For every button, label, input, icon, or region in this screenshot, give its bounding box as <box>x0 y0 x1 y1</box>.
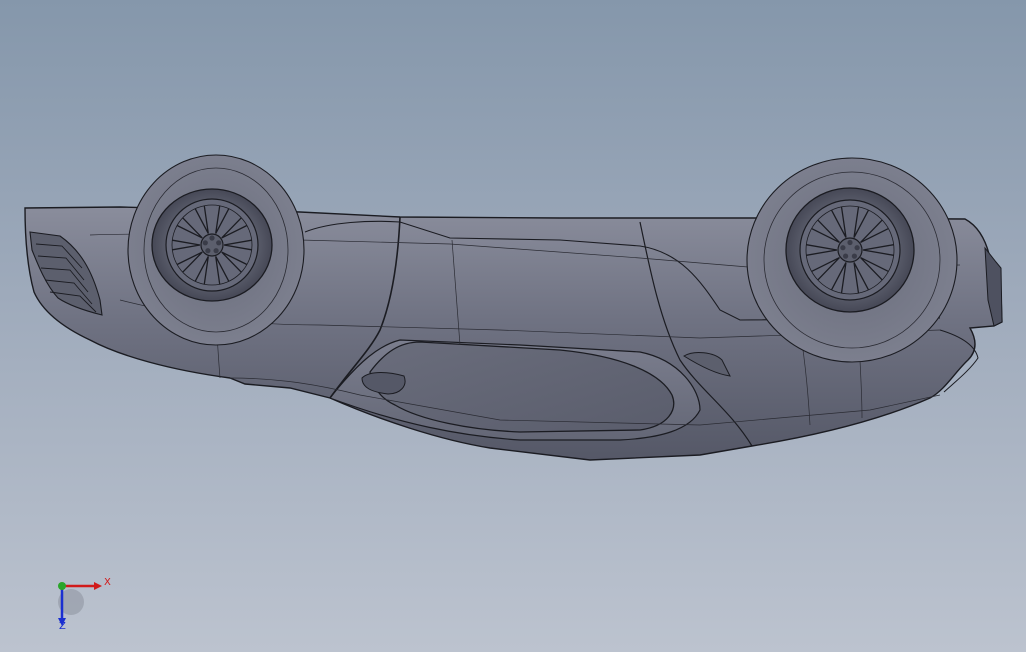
view-orientation-triad[interactable]: X Z <box>40 568 130 638</box>
lug-nut <box>851 253 858 259</box>
lug-nut <box>213 248 219 254</box>
y-axis-dot <box>58 582 66 590</box>
triad-arrows <box>58 582 102 626</box>
graphics-viewport[interactable]: X Z <box>0 0 1026 652</box>
lug-nut <box>209 235 215 241</box>
x-axis-arrowhead <box>94 582 102 590</box>
front-wheel[interactable] <box>127 154 305 346</box>
lug-nut <box>202 240 208 246</box>
lug-nut <box>847 239 853 246</box>
rear-wheel[interactable] <box>746 157 958 363</box>
lug-nut <box>205 248 211 254</box>
z-axis-label: Z <box>59 621 66 632</box>
lug-nut <box>216 240 222 246</box>
car-body-model[interactable] <box>0 0 1026 652</box>
lug-nut <box>843 253 849 259</box>
lug-nut <box>854 245 860 251</box>
lug-nut <box>840 245 846 251</box>
x-axis-label: X <box>104 577 111 588</box>
